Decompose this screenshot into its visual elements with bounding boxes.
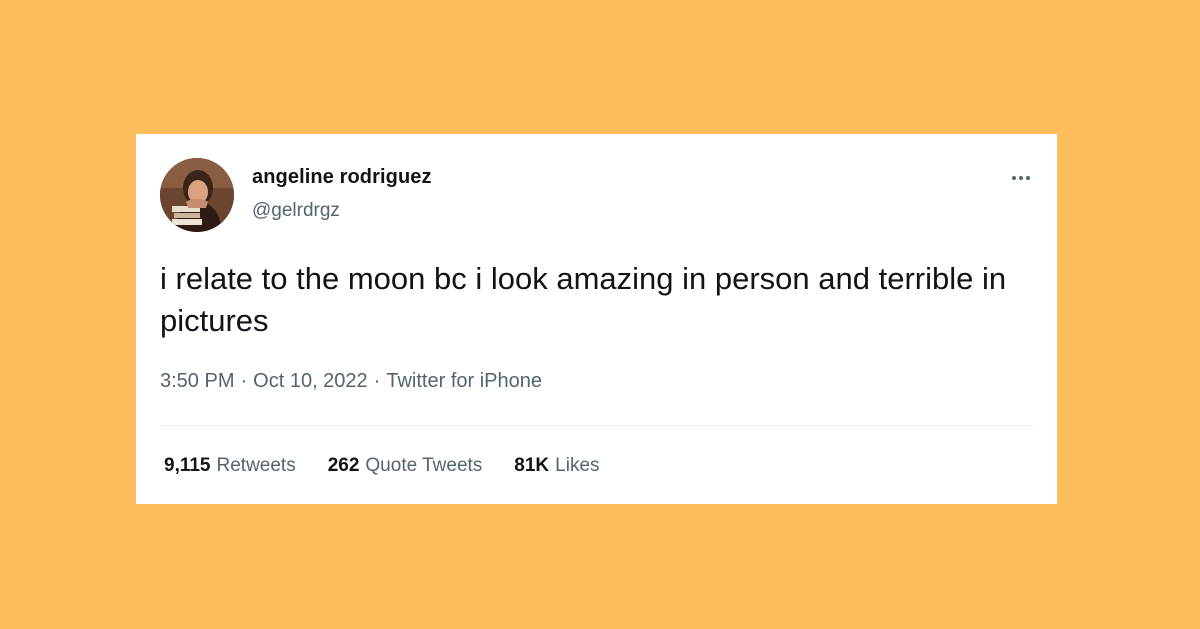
tweet-card: angeline rodriguez @gelrdrgz i relate to…	[136, 134, 1057, 504]
retweets-stat[interactable]: 9,115 Retweets	[164, 455, 296, 477]
author-handle[interactable]: @gelrdrgz	[252, 200, 340, 222]
retweets-label: Retweets	[216, 455, 296, 476]
author-name[interactable]: angeline rodriguez	[252, 166, 432, 189]
avatar[interactable]	[160, 158, 234, 232]
likes-count: 81K	[514, 455, 550, 476]
more-horizontal-icon[interactable]	[1005, 168, 1037, 188]
quote-tweets-count: 262	[327, 455, 360, 476]
dot	[1019, 176, 1023, 180]
quote-tweets-stat[interactable]: 262 Quote Tweets	[328, 455, 483, 477]
avatar-image	[160, 158, 234, 232]
tweet-source[interactable]: Twitter for iPhone	[386, 370, 542, 392]
divider	[160, 425, 1035, 426]
quote-tweets-label: Quote Tweets	[365, 455, 483, 476]
tweet-stats: 9,115 Retweets 262 Quote Tweets 81K Likes	[164, 455, 600, 477]
meta-separator: ·	[373, 370, 381, 392]
tweet-text: i relate to the moon bc i look amazing i…	[160, 261, 1007, 338]
retweets-count: 9,115	[164, 455, 211, 476]
meta-separator: ·	[240, 370, 248, 392]
likes-label: Likes	[555, 455, 600, 476]
dot	[1012, 176, 1016, 180]
tweet-meta: 3:50 PM · Oct 10, 2022 · Twitter for iPhone	[160, 370, 542, 393]
likes-stat[interactable]: 81K Likes	[514, 455, 599, 477]
tweet-time[interactable]: 3:50 PM	[160, 370, 234, 392]
tweet-date[interactable]: Oct 10, 2022	[253, 370, 368, 392]
dot	[1026, 176, 1030, 180]
